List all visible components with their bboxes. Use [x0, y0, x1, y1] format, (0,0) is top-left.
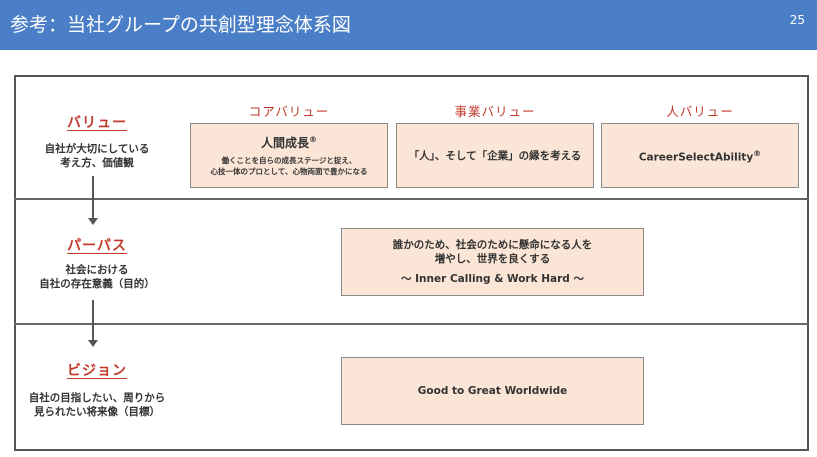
people-value-box: CareerSelectAbility®: [601, 123, 799, 188]
core-value-main: 人間成長®: [260, 135, 317, 150]
purpose-desc-line-2: 自社の存在意義（目的）: [39, 278, 155, 290]
core-value-sub: 働くことを自らの成長ステージと捉え、 心技一体のプロとして、心物両面で豊かになる: [210, 156, 368, 176]
business-value-heading: 事業バリュー: [454, 104, 536, 119]
purpose-title: パーパス: [67, 238, 127, 254]
value-desc-line-1: 自社が大切にしている: [44, 143, 150, 155]
vision-description: 自社の目指したい、周りから 見られたい将来像（目標）: [2, 391, 192, 419]
business-value-text: 「人」、そして「企業」の縁を考える: [408, 149, 582, 162]
row-divider-1: [14, 198, 809, 200]
vision-title: ビジョン: [67, 363, 127, 379]
purpose-description: 社会における 自社の存在意義（目的）: [2, 263, 192, 291]
value-title: バリュー: [67, 115, 127, 131]
value-desc-line-2: 考え方、価値観: [60, 157, 134, 169]
business-value-box: 「人」、そして「企業」の縁を考える: [396, 123, 594, 188]
vision-desc-line-1: 自社の目指したい、周りから: [28, 392, 166, 404]
purpose-box: 誰かのため、社会のために懸命になる人を 増やし、世界を良くする ～ Inner …: [341, 228, 644, 296]
core-value-heading: コアバリュー: [248, 104, 330, 119]
vision-text: Good to Great Worldwide: [417, 385, 568, 397]
people-value-text: CareerSelectAbility®: [638, 148, 762, 164]
page-number: 25: [789, 13, 805, 27]
purpose-desc-line-1: 社会における: [65, 264, 129, 276]
people-value-heading: 人バリュー: [666, 104, 734, 119]
vision-box: Good to Great Worldwide: [341, 357, 644, 425]
purpose-text: 誰かのため、社会のために懸命になる人を 増やし、世界を良くする: [392, 239, 593, 265]
core-value-box: 人間成長® 働くことを自らの成長ステージと捉え、 心技一体のプロとして、心物両面…: [190, 123, 388, 188]
value-description: 自社が大切にしている 考え方、価値観: [2, 142, 192, 170]
slide-header: 参考：当社グループの共創型理念体系図 25: [0, 0, 817, 50]
purpose-tagline: ～ Inner Calling & Work Hard ～: [401, 273, 584, 285]
row-divider-2: [14, 323, 809, 325]
vision-desc-line-2: 見られたい将来像（目標）: [34, 406, 160, 418]
slide-title: 参考：当社グループの共創型理念体系図: [10, 14, 351, 36]
